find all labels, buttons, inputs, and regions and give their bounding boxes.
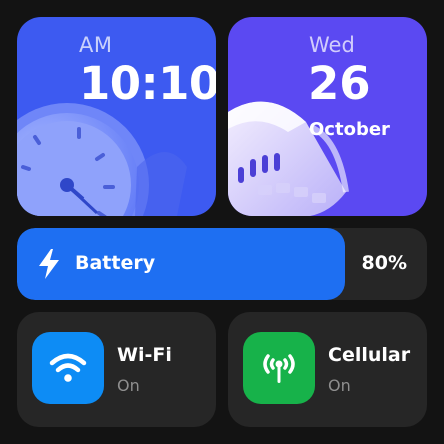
wifi-icon bbox=[49, 353, 87, 382]
cellular-toggle[interactable]: Cellular On bbox=[228, 312, 427, 427]
wifi-label: Wi-Fi bbox=[117, 344, 172, 366]
clock-widget[interactable]: AM 10:10 bbox=[17, 17, 216, 216]
cellular-state: On bbox=[328, 376, 351, 395]
day-number: 26 bbox=[308, 57, 371, 110]
battery-percent: 80% bbox=[361, 252, 407, 274]
battery-level-fill bbox=[17, 228, 345, 300]
battery-widget[interactable]: Battery 80% bbox=[17, 228, 427, 300]
cellular-icon-box bbox=[243, 332, 315, 404]
wifi-toggle[interactable]: Wi-Fi On bbox=[17, 312, 216, 427]
wifi-icon-box bbox=[32, 332, 104, 404]
month: October bbox=[309, 119, 390, 140]
wifi-state: On bbox=[117, 376, 140, 395]
battery-label: Battery bbox=[75, 252, 156, 274]
cellular-label: Cellular bbox=[328, 344, 411, 366]
lightning-bolt-icon bbox=[39, 249, 59, 279]
clock-time: 10:10 bbox=[79, 57, 216, 110]
alarm-clock-icon bbox=[17, 103, 187, 216]
weekday: Wed bbox=[309, 33, 355, 57]
cellular-antenna-icon bbox=[263, 354, 295, 383]
time-period: AM bbox=[79, 33, 113, 57]
date-widget[interactable]: Wed 26 October bbox=[228, 17, 427, 216]
